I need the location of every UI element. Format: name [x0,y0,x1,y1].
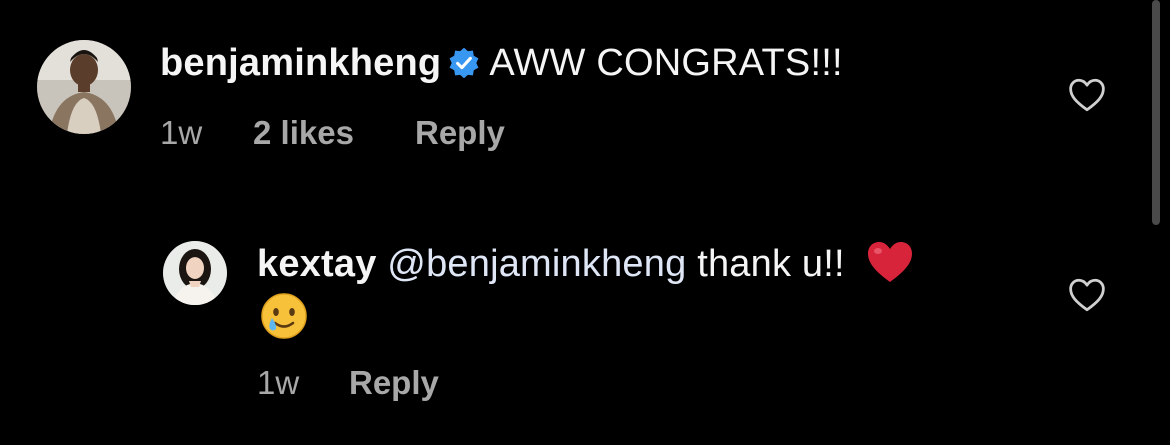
smiling-face-with-tear-emoji-icon [259,291,309,341]
avatar-benjaminkheng[interactable] [37,40,131,134]
like-comment-heart-icon[interactable] [1067,77,1107,113]
scrollbar[interactable] [1152,0,1160,225]
comment-line: benjaminkheng AWW CONGRATS!!! [160,40,843,86]
like-reply-heart-icon[interactable] [1067,277,1107,313]
avatar-photo [37,40,131,134]
comment-username[interactable]: benjaminkheng [160,42,441,84]
reply-kextay: kextay @benjaminkheng thank u!! 1w Reply [0,220,1170,445]
comment-timestamp: 1w [160,114,203,151]
verified-badge-icon [447,46,481,80]
red-heart-emoji-icon [866,240,914,284]
comment-likes-link[interactable]: 2 likes [253,113,354,153]
reply-line: kextay @benjaminkheng thank u!! [257,240,914,287]
comment-text: AWW CONGRATS!!! [489,42,843,84]
reply-timestamp: 1w [257,364,300,401]
avatar-photo [163,241,227,305]
comment-meta: 1w 2 likes Reply [160,113,660,153]
reply-mention-link[interactable]: @benjaminkheng [387,243,686,285]
reply-meta: 1w Reply [257,363,657,403]
reply-username[interactable]: kextay [257,243,377,285]
comment-reply-button[interactable]: Reply [415,113,505,153]
reply-reply-button[interactable]: Reply [349,363,439,403]
avatar-kextay[interactable] [163,241,227,305]
comment-benjaminkheng: benjaminkheng AWW CONGRATS!!! 1w 2 likes … [0,0,1170,200]
reply-text: thank u!! [697,243,845,285]
